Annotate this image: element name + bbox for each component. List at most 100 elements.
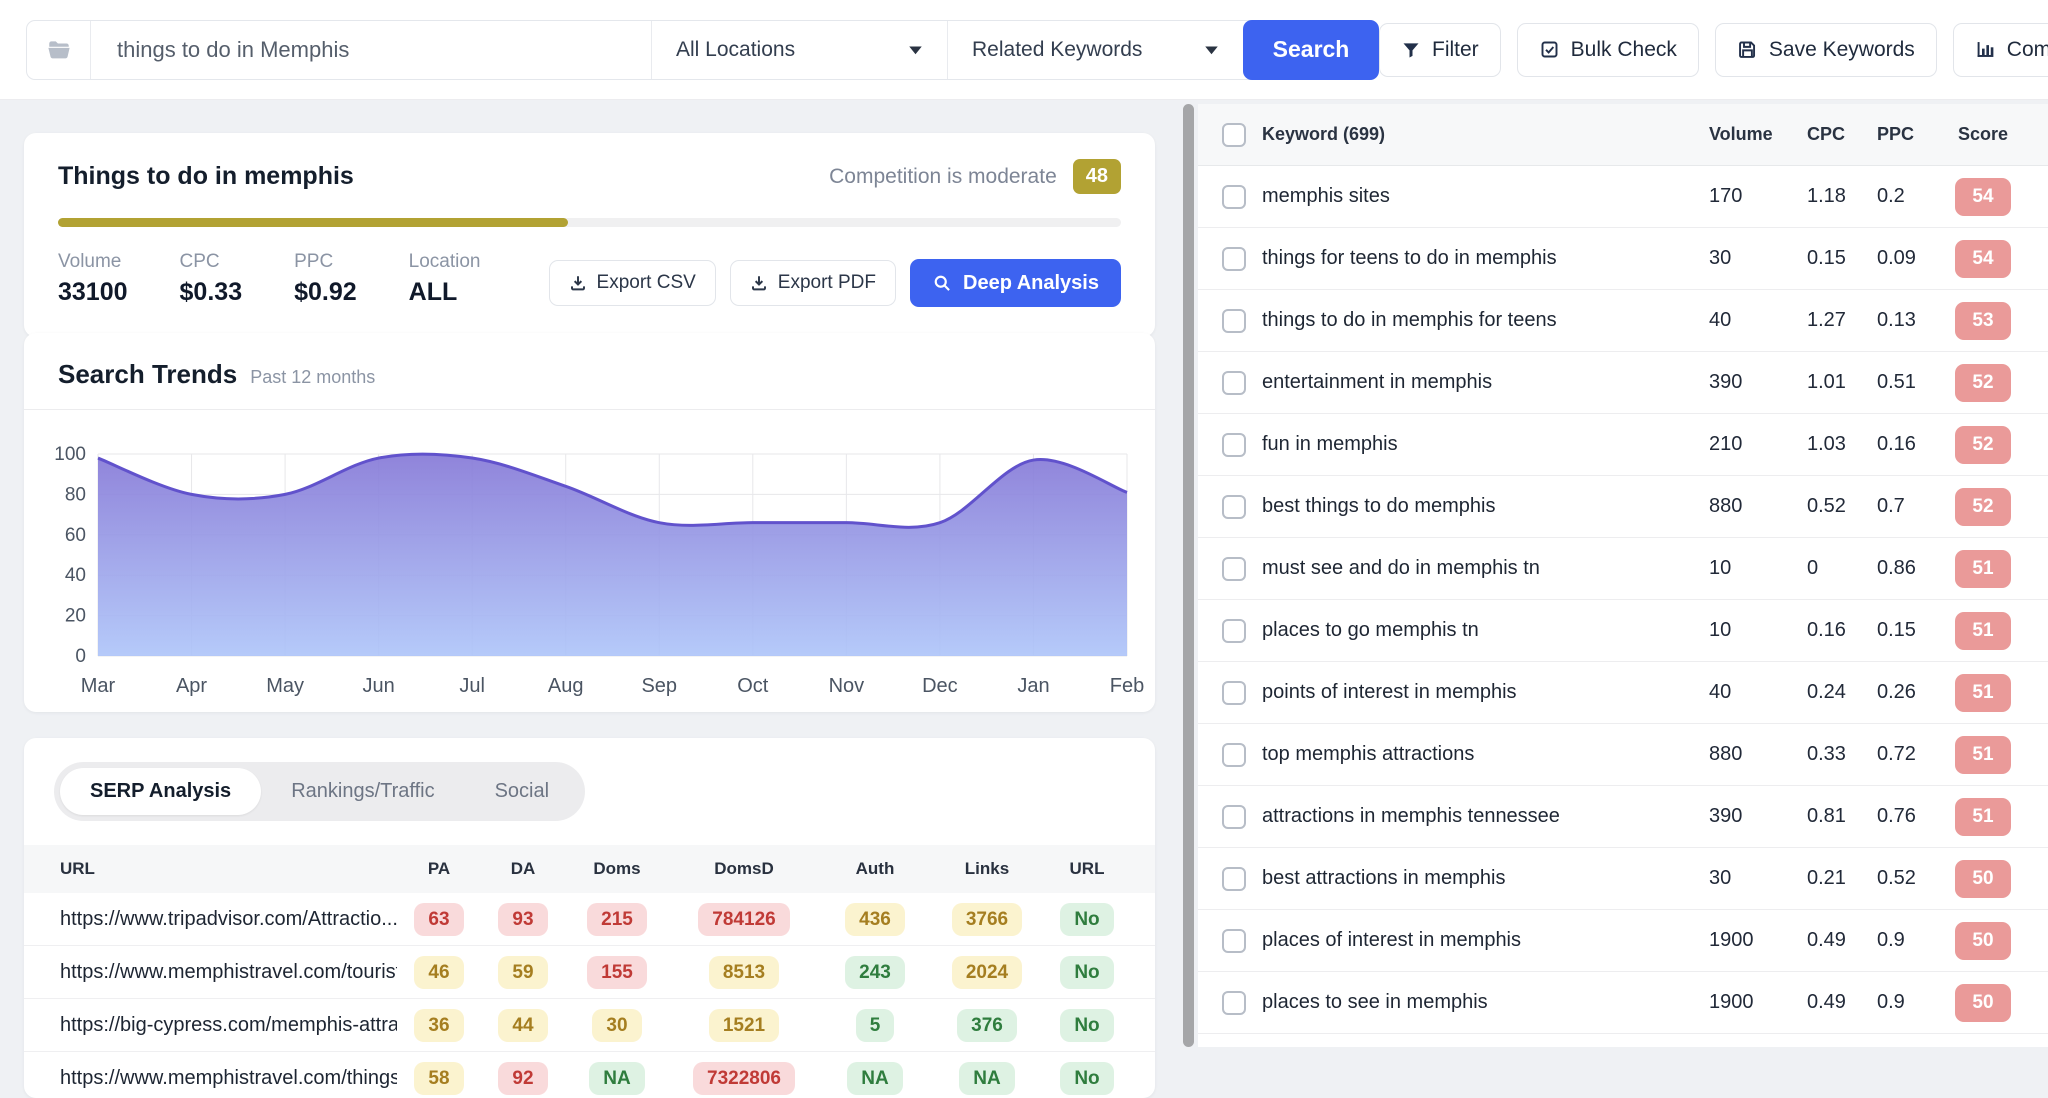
serp-url-link[interactable]: https://www.tripadvisor.com/Attractio... bbox=[24, 908, 397, 931]
score-badge: 50 bbox=[1955, 860, 2011, 898]
vertical-scrollbar[interactable] bbox=[1183, 104, 1194, 1047]
competition-score-badge: 48 bbox=[1073, 159, 1121, 194]
keyword-ppc: 0.09 bbox=[1877, 247, 1943, 270]
stat-label: Location bbox=[409, 251, 481, 273]
keyword-ppc: 0.15 bbox=[1877, 619, 1943, 642]
keyword-type-select[interactable]: Related Keywords bbox=[947, 21, 1243, 79]
metric-badge: 8513 bbox=[709, 956, 779, 989]
tab-rankings-traffic[interactable]: Rankings/Traffic bbox=[261, 768, 464, 815]
score-badge: 52 bbox=[1955, 426, 2011, 464]
metric-badge: 46 bbox=[414, 956, 463, 989]
row-checkbox[interactable] bbox=[1222, 185, 1246, 209]
save-icon bbox=[1737, 39, 1758, 60]
serp-analysis-card: SERP AnalysisRankings/TrafficSocial URLP… bbox=[24, 738, 1155, 1098]
keyword-text: things to do in memphis for teens bbox=[1262, 309, 1709, 332]
row-checkbox[interactable] bbox=[1222, 309, 1246, 333]
bulk-check-button[interactable]: Bulk Check bbox=[1517, 23, 1699, 77]
stat-cpc: CPC $0.33 bbox=[180, 251, 243, 307]
keyword-cpc: 0.16 bbox=[1807, 619, 1877, 642]
keyword-row[interactable]: places to see in memphis 1900 0.49 0.9 5… bbox=[1198, 972, 2048, 1034]
save-keywords-button[interactable]: Save Keywords bbox=[1715, 23, 1937, 77]
serp-url-link[interactable]: https://big-cypress.com/memphis-attra... bbox=[24, 1014, 397, 1037]
export-csv-button[interactable]: Export CSV bbox=[549, 260, 716, 306]
saved-keywords-folder-button[interactable] bbox=[27, 21, 91, 79]
keyword-row[interactable]: places of interest in memphis 1900 0.49 … bbox=[1198, 910, 2048, 972]
competition-text: Competition is moderate bbox=[829, 165, 1057, 189]
keyword-search-input[interactable] bbox=[91, 21, 651, 79]
keyword-row[interactable]: best things to do memphis 880 0.52 0.7 5… bbox=[1198, 476, 2048, 538]
search-trends-title: Search Trends bbox=[58, 359, 237, 390]
stat-value: $0.92 bbox=[294, 278, 357, 307]
keyword-row[interactable]: memphis sites 170 1.18 0.2 54 bbox=[1198, 166, 2048, 228]
serp-url-link[interactable]: https://www.memphistravel.com/tourist... bbox=[24, 961, 397, 984]
keyword-volume: 10 bbox=[1709, 619, 1807, 642]
export-pdf-button[interactable]: Export PDF bbox=[730, 260, 896, 306]
keyword-ppc: 0.76 bbox=[1877, 805, 1943, 828]
search-trends-chart: 020406080100MarAprMayJunJulAugSepOctNovD… bbox=[24, 414, 1155, 714]
keyword-row[interactable]: must see and do in memphis tn 10 0 0.86 … bbox=[1198, 538, 2048, 600]
keyword-ppc: 0.9 bbox=[1877, 929, 1943, 952]
keyword-row[interactable]: points of interest in memphis 40 0.24 0.… bbox=[1198, 662, 2048, 724]
deep-analysis-label: Deep Analysis bbox=[963, 272, 1099, 295]
keyword-volume: 40 bbox=[1709, 309, 1807, 332]
row-checkbox[interactable] bbox=[1222, 371, 1246, 395]
keyword-row[interactable]: top memphis attractions 880 0.33 0.72 51 bbox=[1198, 724, 2048, 786]
keyword-row[interactable]: best attractions in memphis 30 0.21 0.52… bbox=[1198, 848, 2048, 910]
keyword-search-group: All Locations Related Keywords Search bbox=[26, 20, 1379, 80]
row-checkbox[interactable] bbox=[1222, 991, 1246, 1015]
keyword-stats: Volume 33100CPC $0.33PPC $0.92Location A… bbox=[58, 251, 481, 307]
tab-social[interactable]: Social bbox=[465, 768, 579, 815]
keyword-text: entertainment in memphis bbox=[1262, 371, 1709, 394]
keyword-text: best things to do memphis bbox=[1262, 495, 1709, 518]
deep-analysis-button[interactable]: Deep Analysis bbox=[910, 259, 1121, 307]
keyword-text: top memphis attractions bbox=[1262, 743, 1709, 766]
search-button[interactable]: Search bbox=[1243, 20, 1379, 80]
keyword-text: attractions in memphis tennessee bbox=[1262, 805, 1709, 828]
score-badge: 52 bbox=[1955, 364, 2011, 402]
stat-volume: Volume 33100 bbox=[58, 251, 128, 307]
stat-label: CPC bbox=[180, 251, 243, 273]
keyword-row[interactable]: fun in memphis 210 1.03 0.16 52 bbox=[1198, 414, 2048, 476]
svg-text:0: 0 bbox=[75, 646, 86, 667]
location-select[interactable]: All Locations bbox=[651, 21, 947, 79]
metric-badge: NA bbox=[589, 1062, 644, 1095]
row-checkbox[interactable] bbox=[1222, 867, 1246, 891]
row-checkbox[interactable] bbox=[1222, 805, 1246, 829]
keyword-row[interactable]: things to do in memphis for teens 40 1.2… bbox=[1198, 290, 2048, 352]
keyword-ppc: 0.26 bbox=[1877, 681, 1943, 704]
serp-url-link[interactable]: https://www.memphistravel.com/things-t..… bbox=[24, 1067, 397, 1090]
filter-button[interactable]: Filter bbox=[1379, 23, 1501, 77]
keyword-results-panel: Keyword (699) Volume CPC PPC Score memph… bbox=[1198, 104, 2048, 1047]
metric-badge: 155 bbox=[587, 956, 647, 989]
row-checkbox[interactable] bbox=[1222, 929, 1246, 953]
keyword-overview-card: Things to do in memphis Competition is m… bbox=[24, 133, 1155, 337]
tab-serp-analysis[interactable]: SERP Analysis bbox=[60, 768, 261, 815]
keyword-row[interactable]: things for teens to do in memphis 30 0.1… bbox=[1198, 228, 2048, 290]
serp-table: URLPADADomsDomsDAuthLinksURL https://www… bbox=[24, 845, 1155, 1098]
metric-badge: 1521 bbox=[709, 1009, 779, 1042]
keyword-text: places to go memphis tn bbox=[1262, 619, 1709, 642]
competition-progress-fill bbox=[58, 218, 568, 227]
row-checkbox[interactable] bbox=[1222, 495, 1246, 519]
row-checkbox[interactable] bbox=[1222, 681, 1246, 705]
stat-value: ALL bbox=[409, 278, 481, 307]
row-checkbox[interactable] bbox=[1222, 619, 1246, 643]
row-checkbox[interactable] bbox=[1222, 433, 1246, 457]
keyword-volume: 30 bbox=[1709, 247, 1807, 270]
select-all-checkbox[interactable] bbox=[1222, 123, 1246, 147]
stat-value: $0.33 bbox=[180, 278, 243, 307]
keyword-volume: 1900 bbox=[1709, 991, 1807, 1014]
keyword-row[interactable]: entertainment in memphis 390 1.01 0.51 5… bbox=[1198, 352, 2048, 414]
compare-button[interactable]: Compare bbox=[1953, 23, 2048, 77]
metric-badge: No bbox=[1060, 1009, 1113, 1042]
toolbar-actions: Filter Bulk Check Save Keywords bbox=[1379, 23, 2048, 77]
row-checkbox[interactable] bbox=[1222, 743, 1246, 767]
keyword-row[interactable]: attractions in memphis tennessee 390 0.8… bbox=[1198, 786, 2048, 848]
chevron-down-icon bbox=[1204, 45, 1219, 55]
row-checkbox[interactable] bbox=[1222, 557, 1246, 581]
row-checkbox[interactable] bbox=[1222, 247, 1246, 271]
svg-text:Dec: Dec bbox=[922, 675, 958, 697]
keyword-row[interactable]: places to go memphis tn 10 0.16 0.15 51 bbox=[1198, 600, 2048, 662]
keyword-text: fun in memphis bbox=[1262, 433, 1709, 456]
competition-progress-track bbox=[58, 218, 1121, 227]
